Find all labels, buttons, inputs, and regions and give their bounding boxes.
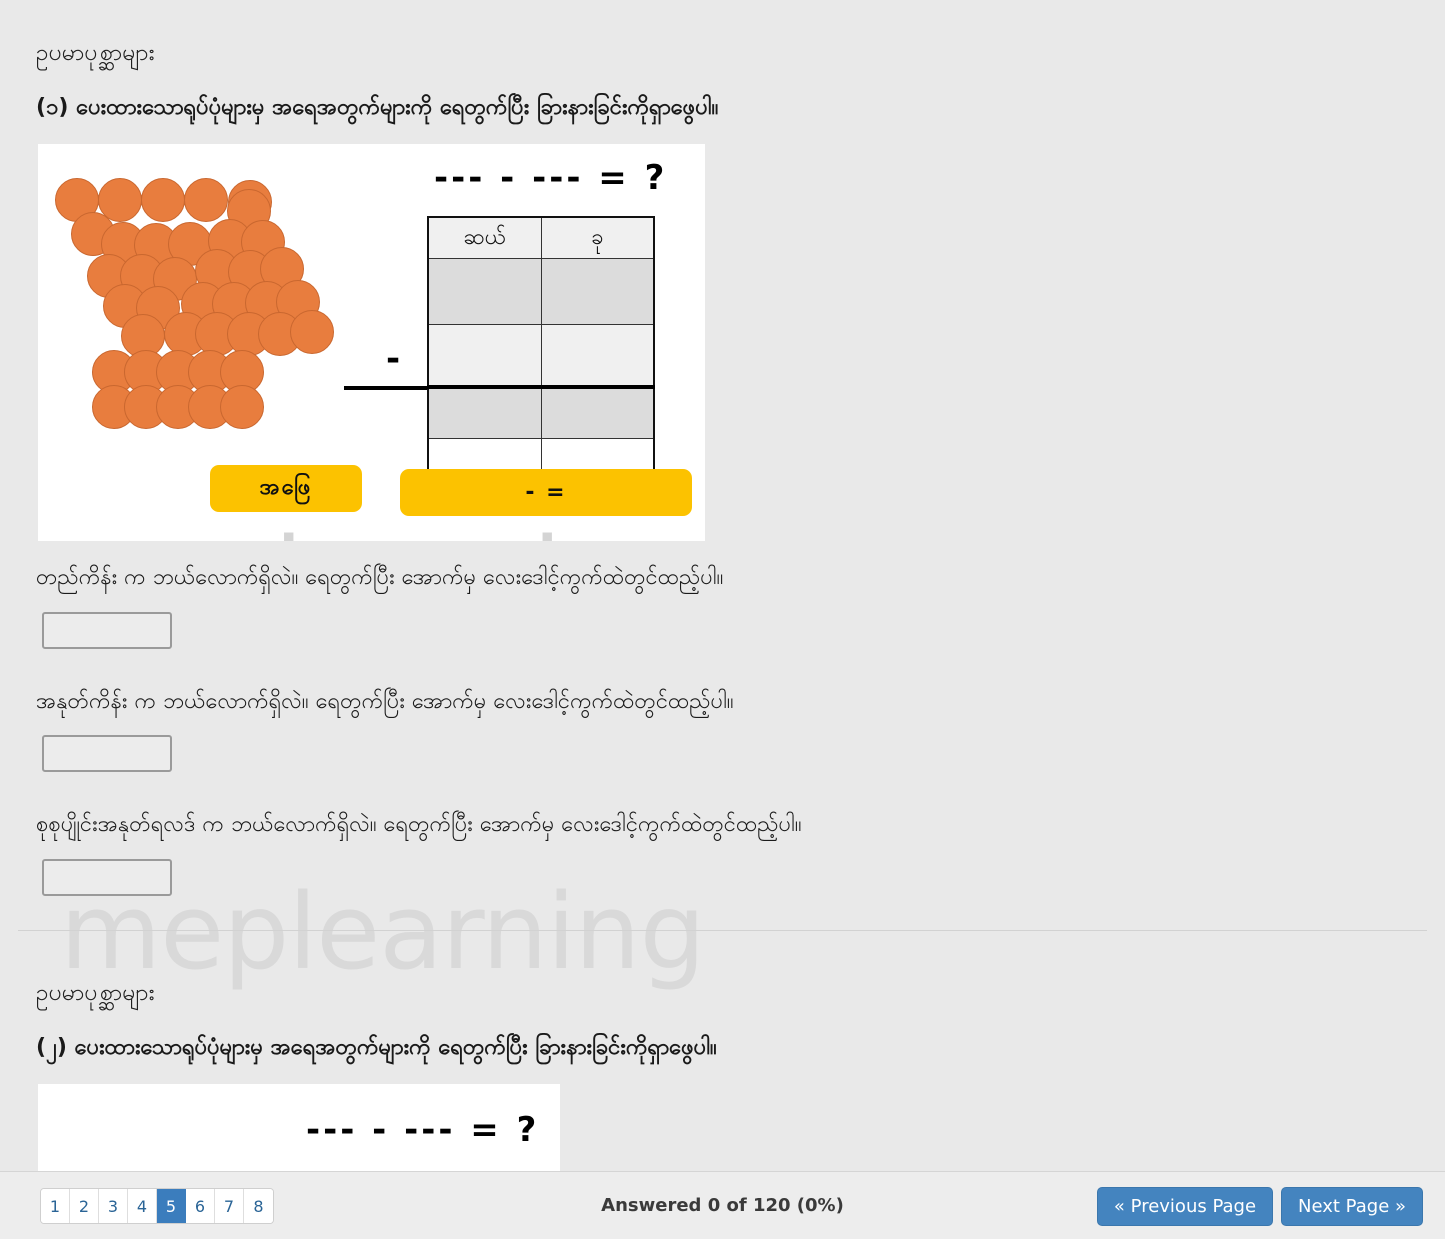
question-2-prompt: (၂) ပေးထားသောရုပ်ပုံများမှ အရေအတွက်များက… [36, 1035, 717, 1061]
table-row: ဆယ် ခု [427, 216, 655, 260]
worksheet-content[interactable]: ဥပမာပုစ္ဆာများ (၁) ပေးထားသောရုပ်ပုံများမ… [0, 0, 1445, 1171]
previous-page-button[interactable]: « Previous Page [1096, 1187, 1274, 1226]
next-page-button[interactable]: Next Page » [1281, 1187, 1423, 1226]
answer-input-2[interactable] [42, 735, 172, 773]
question-1-prompt: (၁) ပေးထားသောရုပ်ပုံများမှ အရေအတွက်များက… [36, 95, 719, 121]
table-header-tens: ဆယ် [427, 216, 542, 260]
answer-button[interactable]: အဖြေ [210, 464, 362, 512]
table-row [427, 384, 655, 440]
table-row [427, 258, 655, 326]
question-1-field-1-label: တည်ကိန်း က ဘယ်လောက်ရှိလဲ။ ရေတွက်ပြီး အော… [36, 564, 724, 590]
table-cell [427, 384, 542, 440]
dot [220, 384, 264, 429]
answer-input-1[interactable] [42, 611, 172, 649]
dot [141, 177, 185, 222]
question-block-1: ဥပမာပုစ္ဆာများ (၁) ပေးထားသောရုပ်ပုံများမ… [0, 38, 1445, 897]
navigation-buttons: « Previous Page Next Page » [1096, 1187, 1423, 1226]
question-1-heading: ဥပမာပုစ္ဆာများ [36, 40, 155, 66]
table-header-ones: ခု [540, 216, 655, 260]
result-button[interactable]: - = [400, 468, 692, 516]
question-1-field-3-label: စုစုပျိုင်းအနုတ်ရလဒ် က ဘယ်လောက်ရှိလဲ။ ရေ… [36, 812, 802, 838]
question-2-heading: ဥပမာပုစ္ဆာများ [36, 980, 155, 1006]
footer-bar: 1 2 3 4 5 6 7 8 Answered 0 of 120 (0%) «… [0, 1171, 1445, 1239]
table-cell [427, 324, 542, 388]
section-divider [18, 930, 1427, 931]
dot [184, 177, 228, 222]
figure-1-equation: --- - --- = ? [434, 157, 668, 198]
question-block-2: ဥပမာပုစ္ဆာများ (၂) ပေးထားသောရုပ်ပုံများမ… [0, 978, 1445, 1171]
table-cell [540, 324, 655, 388]
table-cell [427, 258, 542, 326]
figure-watermark-1: meplearning [46, 524, 692, 541]
dot [290, 309, 334, 354]
table-row [427, 324, 655, 388]
place-value-table-1: ဆယ် ခု [427, 215, 655, 486]
answer-input-3[interactable] [42, 859, 172, 897]
question-1-field-2-label: အနုတ်ကိန်း က ဘယ်လောက်ရှိလဲ။ ရေတွက်ပြီး အ… [36, 688, 734, 714]
table-cell [540, 384, 655, 440]
question-1-figure: meplearning --- - --- = ? [38, 143, 705, 541]
figure-1-minus-sign: - [386, 338, 401, 379]
table-cell [540, 258, 655, 326]
figure-2-equation: --- - --- = ? [306, 1109, 540, 1150]
question-2-figure: --- - --- = ? ဆယ် ခု [38, 1083, 560, 1171]
